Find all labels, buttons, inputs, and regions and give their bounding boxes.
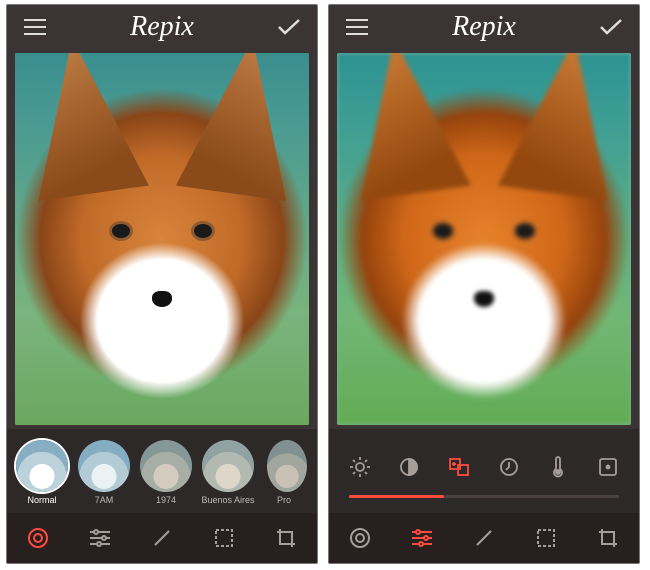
filter-label: 7AM <box>75 495 133 505</box>
bottom-bar <box>329 513 639 563</box>
filter-7am[interactable]: 7AM <box>75 440 133 505</box>
filter-label: Pro <box>261 495 307 505</box>
filter-thumb <box>140 440 192 492</box>
adjust-strip <box>329 429 639 513</box>
confirm-button[interactable] <box>595 11 627 43</box>
frames-icon <box>535 527 557 549</box>
adjust-saturation[interactable] <box>487 449 531 485</box>
brightness-icon <box>349 456 371 478</box>
adjust-icon <box>88 528 112 548</box>
frames-icon <box>213 527 235 549</box>
tool-frames[interactable] <box>524 516 568 560</box>
check-icon <box>277 18 301 36</box>
vignette-icon <box>597 456 619 478</box>
tool-crop[interactable] <box>586 516 630 560</box>
adjust-tools-row <box>335 449 633 485</box>
tool-adjust[interactable] <box>78 516 122 560</box>
sharpen-icon <box>447 456 471 478</box>
hamburger-icon <box>24 19 46 35</box>
menu-button[interactable] <box>19 11 51 43</box>
top-bar: Repix <box>7 5 317 49</box>
adjust-icon <box>410 528 434 548</box>
image-canvas[interactable] <box>337 53 631 425</box>
tool-effects[interactable] <box>16 516 60 560</box>
crop-icon <box>275 527 297 549</box>
saturation-icon <box>498 456 520 478</box>
screenshot-right: Repix <box>328 4 640 564</box>
app-title: Repix <box>130 11 194 43</box>
check-icon <box>599 18 623 36</box>
top-bar: Repix <box>329 5 639 49</box>
contrast-icon <box>398 456 420 478</box>
filter-thumb <box>78 440 130 492</box>
confirm-button[interactable] <box>273 11 305 43</box>
bottom-bar <box>7 513 317 563</box>
filter-thumb <box>16 440 68 492</box>
menu-button[interactable] <box>341 11 373 43</box>
filter-label: Buenos Aires <box>199 495 257 505</box>
filter-pro[interactable]: Pro <box>261 440 307 505</box>
tool-frames[interactable] <box>202 516 246 560</box>
filter-normal[interactable]: Normal <box>13 440 71 505</box>
filter-thumb <box>267 440 307 492</box>
effects-icon <box>348 526 372 550</box>
filter-buenos-aires[interactable]: Buenos Aires <box>199 440 257 505</box>
app-title: Repix <box>452 11 516 43</box>
adjust-sharpen[interactable] <box>437 449 481 485</box>
tool-crop[interactable] <box>264 516 308 560</box>
adjust-slider-fill <box>349 495 444 498</box>
adjust-contrast[interactable] <box>387 449 431 485</box>
filter-label: Normal <box>13 495 71 505</box>
tool-brush[interactable] <box>140 516 184 560</box>
screenshot-left: Repix Normal 7AM 1974 Buenos Aires <box>6 4 318 564</box>
filter-thumb <box>202 440 254 492</box>
image-canvas[interactable] <box>15 53 309 425</box>
adjust-brightness[interactable] <box>338 449 382 485</box>
filter-1974[interactable]: 1974 <box>137 440 195 505</box>
hamburger-icon <box>346 19 368 35</box>
photo-preview <box>15 53 309 425</box>
tool-effects[interactable] <box>338 516 382 560</box>
filter-label: 1974 <box>137 495 195 505</box>
adjust-temperature[interactable] <box>536 449 580 485</box>
adjust-vignette[interactable] <box>586 449 630 485</box>
temperature-icon <box>551 456 565 478</box>
filters-strip[interactable]: Normal 7AM 1974 Buenos Aires Pro <box>7 429 317 513</box>
crop-icon <box>597 527 619 549</box>
effects-icon <box>26 526 50 550</box>
brush-icon <box>473 527 495 549</box>
photo-preview <box>337 53 631 425</box>
tool-adjust[interactable] <box>400 516 444 560</box>
adjust-slider[interactable] <box>349 495 619 498</box>
brush-icon <box>151 527 173 549</box>
tool-brush[interactable] <box>462 516 506 560</box>
